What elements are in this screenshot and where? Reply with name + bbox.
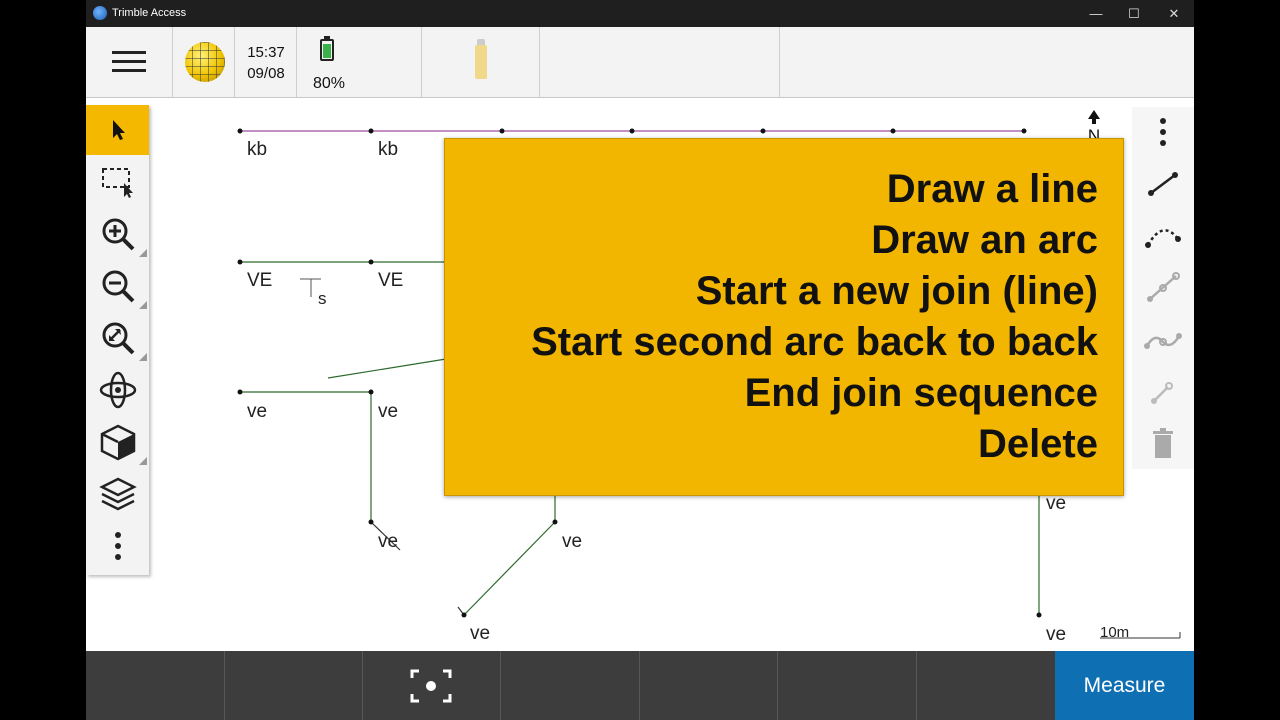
- window-title: Trimble Access: [112, 7, 187, 19]
- popup-line-end-join: End join sequence: [744, 371, 1098, 415]
- minimize-button[interactable]: —: [1076, 0, 1116, 27]
- more-vertical-icon: [1160, 118, 1166, 146]
- join-line-button[interactable]: [1132, 263, 1194, 313]
- capture-button[interactable]: [362, 651, 500, 720]
- map-point: [368, 128, 374, 134]
- globe-icon: [185, 42, 225, 82]
- battery-icon: [320, 36, 334, 61]
- draw-line-button[interactable]: [1132, 159, 1194, 209]
- point-label: VE: [247, 270, 273, 291]
- status-date: 09/08: [247, 65, 285, 82]
- hamburger-menu-icon[interactable]: [86, 27, 173, 97]
- point-label: ve: [1046, 493, 1067, 514]
- map-point: [237, 259, 243, 265]
- point-label: kb: [378, 139, 399, 160]
- title-bar: Trimble Access — ☐ ✕: [86, 0, 1194, 27]
- map-point: [1036, 612, 1042, 618]
- box-select-button[interactable]: [86, 157, 149, 207]
- draw-line-icon: [1148, 172, 1178, 196]
- map-point: [368, 389, 374, 395]
- map-point: [499, 128, 505, 134]
- instrument-status[interactable]: [422, 27, 540, 97]
- point-label: VE: [378, 270, 404, 291]
- delete-icon: [1153, 428, 1173, 458]
- status-time: 15:37: [247, 44, 285, 61]
- map-point: [237, 389, 243, 395]
- map-line: [463, 521, 556, 616]
- popup-line-draw-arc: Draw an arc: [871, 218, 1098, 262]
- softkey-bar: Measure: [86, 651, 1194, 720]
- map-point: [368, 519, 374, 525]
- point-label: ve: [1046, 624, 1067, 645]
- trimble-app-icon: [93, 6, 107, 20]
- popup-line-second-arc: Start second arc back to back: [531, 320, 1098, 364]
- popup-line-draw-line: Draw a line: [886, 167, 1098, 211]
- status-bar: 15:37 09/08 80%: [86, 27, 1194, 98]
- orbit-button[interactable]: [86, 365, 149, 415]
- scale-label: 10m: [1100, 624, 1130, 641]
- battery-status[interactable]: 80%: [297, 27, 422, 97]
- popup-line-delete: Delete: [977, 422, 1098, 466]
- close-button[interactable]: ✕: [1154, 0, 1194, 27]
- point-label: ve: [378, 401, 399, 422]
- point-label: ve: [247, 401, 268, 422]
- popup-line-new-join: Start a new join (line): [695, 269, 1098, 313]
- map-point: [890, 128, 896, 134]
- map-point: [552, 519, 558, 525]
- status-empty-slot: [540, 27, 780, 97]
- select-arrow-icon: [112, 120, 125, 140]
- zoom-extents-icon: [102, 322, 134, 355]
- map-point: [461, 612, 467, 618]
- zoom-out-icon: [102, 270, 134, 303]
- cube-view-icon: [100, 424, 135, 461]
- draw-arc-icon: [1145, 229, 1181, 248]
- orbit-icon: [99, 371, 136, 409]
- more-right-button[interactable]: [1132, 107, 1194, 157]
- draw-arc-button[interactable]: [1132, 211, 1194, 261]
- zoom-in-button[interactable]: [86, 209, 149, 259]
- point-label: ve: [562, 531, 583, 552]
- more-left-button[interactable]: [86, 521, 149, 571]
- join-line-icon: [1147, 272, 1180, 302]
- zoom-extents-button[interactable]: [86, 313, 149, 363]
- gnss-status-button[interactable]: [173, 27, 235, 97]
- map-right-toolbar: [1132, 107, 1194, 469]
- app-window: Trimble Access — ☐ ✕ 15:37 09/08 80% kb …: [86, 0, 1194, 720]
- map-point: [237, 128, 243, 134]
- measure-button[interactable]: Measure: [1055, 651, 1194, 720]
- end-join-button[interactable]: [1132, 367, 1194, 417]
- zoom-out-button[interactable]: [86, 261, 149, 311]
- select-tool-button[interactable]: [86, 105, 149, 155]
- map-point: [1021, 128, 1027, 134]
- point-label: ve: [378, 531, 399, 552]
- join-arc-icon: [1144, 333, 1182, 349]
- join-arc-button[interactable]: [1132, 315, 1194, 365]
- map-line: [327, 358, 447, 379]
- map-point: [760, 128, 766, 134]
- point-label: ve: [470, 623, 491, 644]
- clock-status[interactable]: 15:37 09/08: [235, 27, 297, 97]
- delete-button[interactable]: [1132, 419, 1194, 469]
- layers-icon: [98, 477, 137, 511]
- point-label: kb: [247, 139, 268, 160]
- focus-capture-icon: [410, 669, 452, 702]
- map-point: [368, 259, 374, 265]
- map-left-toolbar: [86, 105, 149, 575]
- box-select-icon: [101, 168, 133, 198]
- layers-button[interactable]: [86, 469, 149, 519]
- more-vertical-icon: [114, 532, 121, 560]
- view-cube-button[interactable]: [86, 417, 149, 467]
- total-station-icon: [472, 39, 490, 85]
- zoom-in-icon: [102, 218, 134, 251]
- end-join-icon: [1151, 382, 1173, 404]
- maximize-button[interactable]: ☐: [1114, 0, 1154, 27]
- map-point: [629, 128, 635, 134]
- battery-percent: 80%: [312, 75, 346, 92]
- toolbar-help-popup: Draw a line Draw an arc Start a new join…: [444, 138, 1124, 496]
- point-label: s: [318, 289, 327, 308]
